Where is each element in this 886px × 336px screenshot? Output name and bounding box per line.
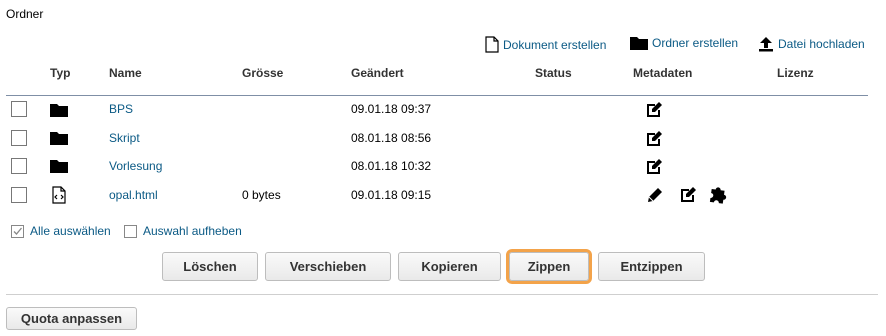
unzip-button[interactable]: Entzippen	[598, 252, 705, 281]
create-document-label: Dokument erstellen	[503, 37, 607, 52]
file-name-link[interactable]: opal.html	[109, 188, 158, 202]
column-header-size[interactable]: Grösse	[242, 66, 283, 80]
column-header-license: Lizenz	[777, 66, 814, 80]
upload-icon	[759, 37, 773, 52]
file-name-link[interactable]: Skript	[109, 131, 140, 145]
copy-button[interactable]: Kopieren	[398, 252, 501, 281]
edit-icon[interactable]	[679, 186, 697, 204]
table-row: opal.html 0 bytes 09.01.18 09:15	[0, 181, 886, 209]
edit-icon[interactable]	[645, 158, 663, 176]
column-header-status: Status	[535, 66, 572, 80]
file-modified: 09.01.18 09:37	[351, 102, 432, 116]
row-checkbox[interactable]	[11, 101, 27, 117]
html-file-icon	[52, 186, 66, 204]
edit-icon[interactable]	[645, 101, 663, 119]
file-name-link[interactable]: Vorlesung	[109, 159, 162, 173]
zip-button[interactable]: Zippen	[506, 249, 592, 284]
table-row: Vorlesung 08.01.18 10:32	[0, 152, 886, 180]
edit-icon[interactable]	[645, 130, 663, 148]
row-checkbox[interactable]	[11, 187, 27, 203]
column-header-name[interactable]: Name	[109, 66, 142, 80]
create-folder-label: Ordner erstellen	[652, 36, 739, 50]
select-all-checkbox-icon	[11, 224, 24, 238]
folder-icon	[630, 37, 648, 50]
create-document-button[interactable]: Dokument erstellen	[485, 36, 606, 53]
footer-divider	[6, 294, 878, 295]
puzzle-icon[interactable]	[709, 185, 728, 204]
file-size: 0 bytes	[242, 188, 281, 202]
folder-icon	[50, 132, 68, 145]
column-header-metadata: Metadaten	[633, 66, 693, 80]
deselect-checkbox-icon	[124, 224, 137, 238]
delete-button[interactable]: Löschen	[162, 252, 258, 281]
folder-icon	[50, 160, 68, 173]
upload-file-button[interactable]: Datei hochladen	[758, 36, 865, 52]
upload-file-label: Datei hochladen	[778, 37, 865, 51]
row-checkbox[interactable]	[11, 130, 27, 146]
select-all-link[interactable]: Alle auswählen	[11, 224, 111, 238]
select-all-label: Alle auswählen	[30, 224, 111, 238]
folder-icon	[50, 104, 68, 117]
quota-button[interactable]: Quota anpassen	[6, 307, 137, 330]
move-button[interactable]: Verschieben	[265, 252, 391, 281]
column-header-type[interactable]: Typ	[50, 66, 70, 80]
deselect-link[interactable]: Auswahl aufheben	[124, 224, 242, 238]
create-folder-button[interactable]: Ordner erstellen	[630, 36, 738, 50]
row-checkbox[interactable]	[11, 158, 27, 174]
panel-title: Ordner	[6, 7, 44, 21]
document-icon	[485, 36, 499, 53]
file-modified: 08.01.18 10:32	[351, 159, 432, 173]
pencil-icon[interactable]	[646, 186, 664, 204]
file-modified: 09.01.18 09:15	[351, 188, 432, 202]
column-header-modified[interactable]: Geändert	[351, 66, 404, 80]
file-modified: 08.01.18 08:56	[351, 131, 432, 145]
deselect-label: Auswahl aufheben	[143, 224, 242, 238]
file-name-link[interactable]: BPS	[109, 102, 133, 116]
table-row: BPS 09.01.18 09:37	[0, 96, 886, 124]
table-row: Skript 08.01.18 08:56	[0, 124, 886, 152]
